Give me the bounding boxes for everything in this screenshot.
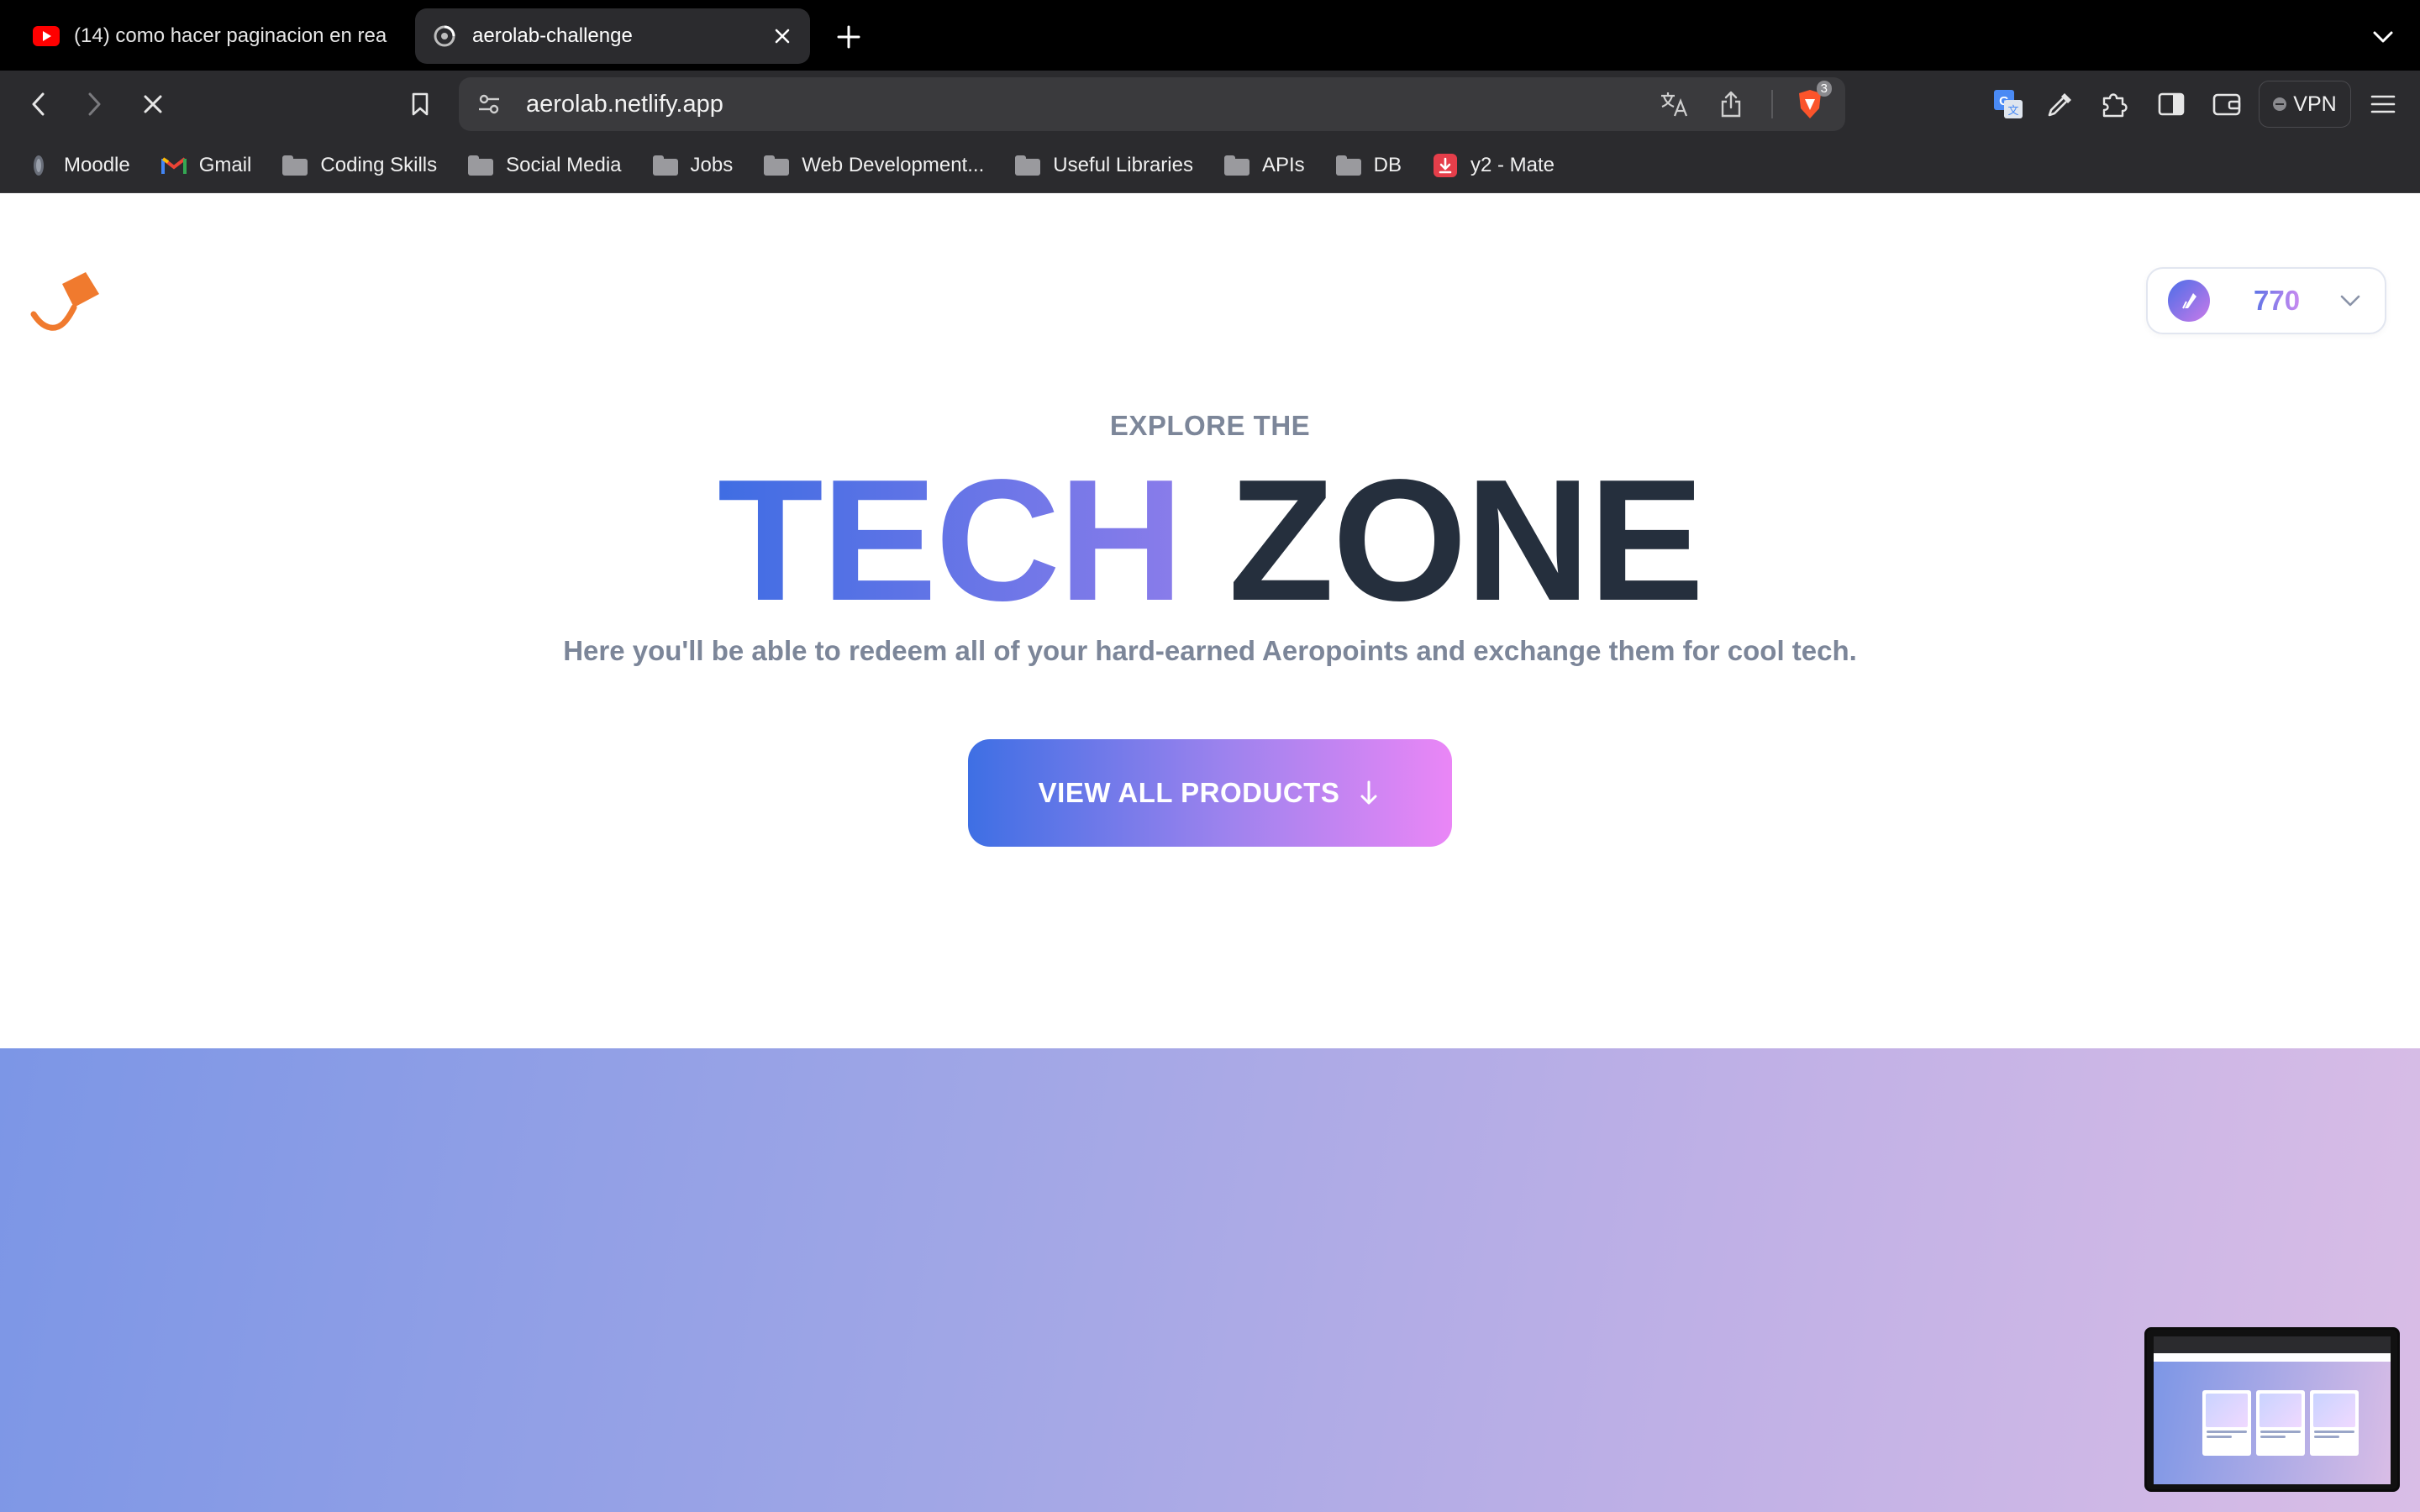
preview-thumbnail xyxy=(2154,1336,2391,1484)
stop-loading-icon[interactable] xyxy=(136,87,170,121)
shields-count-badge: 3 xyxy=(1816,81,1832,97)
bookmark-label: Useful Libraries xyxy=(1053,153,1193,176)
bookmark-label: Social Media xyxy=(506,153,622,176)
new-tab-icon[interactable] xyxy=(832,20,865,54)
bookmark-label: Web Development... xyxy=(802,153,985,176)
sidebar-icon[interactable] xyxy=(2154,87,2188,121)
folder-icon xyxy=(1014,154,1041,177)
browser-toolbar: aerolab.netlify.app 3 G文 VPN xyxy=(0,71,2420,138)
folder-icon xyxy=(652,154,679,177)
back-icon[interactable] xyxy=(22,87,55,121)
download-icon xyxy=(1432,153,1459,177)
bookmark-folder-web-development[interactable]: Web Development... xyxy=(763,154,984,177)
share-icon[interactable] xyxy=(1714,87,1748,121)
url-text[interactable]: aerolab.netlify.app xyxy=(526,91,1657,118)
bookmark-label: Coding Skills xyxy=(320,153,438,176)
eyedropper-icon[interactable] xyxy=(2044,87,2077,121)
divider xyxy=(1771,90,1773,118)
cta-label: VIEW ALL PRODUCTS xyxy=(1038,777,1340,808)
hero-title-dark: ZONE xyxy=(1228,444,1704,637)
bookmark-moodle[interactable]: Moodle xyxy=(25,154,130,177)
preview-card xyxy=(2202,1390,2251,1456)
hero-title: TECH ZONE xyxy=(0,435,2420,645)
tab-title: aerolab-challenge xyxy=(472,24,633,47)
chevron-down-icon[interactable] xyxy=(2368,22,2398,52)
folder-icon xyxy=(763,154,790,177)
folder-icon xyxy=(1335,154,1362,177)
browser-tab-bar: (14) como hacer paginacion en rea aerola… xyxy=(0,0,2420,71)
points-balance: 770 xyxy=(2254,285,2301,316)
vpn-button[interactable]: VPN xyxy=(2259,81,2351,128)
bookmark-folder-coding-skills[interactable]: Coding Skills xyxy=(281,154,437,177)
wallet-icon[interactable] xyxy=(2210,87,2244,121)
brave-shields-icon[interactable]: 3 xyxy=(1791,81,1832,123)
gmail-icon xyxy=(160,154,187,177)
arrow-down-icon xyxy=(1356,779,1381,807)
youtube-icon xyxy=(32,22,60,50)
folder-icon xyxy=(281,154,308,177)
moodle-icon xyxy=(25,154,52,177)
bookmark-label: Gmail xyxy=(198,153,252,176)
google-translate-icon[interactable]: G文 xyxy=(1991,87,2025,121)
hero-gradient-section xyxy=(0,1048,2420,1512)
aerolab-logo[interactable] xyxy=(30,267,103,339)
bookmark-label: y2 - Mate xyxy=(1470,153,1555,176)
page-content: 770 EXPLORE THE TECH ZONE Here you'll be… xyxy=(0,193,2420,1512)
preview-card xyxy=(2256,1390,2305,1456)
menu-icon[interactable] xyxy=(2366,87,2400,121)
bookmark-label: APIs xyxy=(1261,153,1305,176)
bookmark-gmail[interactable]: Gmail xyxy=(160,153,252,177)
svg-text:文: 文 xyxy=(2007,104,2018,117)
tab-aerolab[interactable]: aerolab-challenge xyxy=(415,8,810,64)
bookmark-icon[interactable] xyxy=(403,87,437,121)
chevron-down-icon xyxy=(2338,288,2363,313)
forward-icon[interactable] xyxy=(77,87,111,121)
folder-icon xyxy=(1223,154,1250,177)
user-points-button[interactable]: 770 xyxy=(2146,267,2386,334)
bookmark-folder-jobs[interactable]: Jobs xyxy=(652,153,734,177)
picture-in-picture-preview[interactable] xyxy=(2144,1327,2400,1492)
bookmark-y2-mate[interactable]: y2 - Mate xyxy=(1432,153,1555,177)
translate-icon[interactable] xyxy=(1657,87,1691,121)
bookmark-folder-useful-libraries[interactable]: Useful Libraries xyxy=(1014,154,1193,177)
tab-youtube[interactable]: (14) como hacer paginacion en rea xyxy=(17,8,412,64)
hero-subtitle: Here you'll be able to redeem all of you… xyxy=(563,635,1857,666)
close-tab-icon[interactable] xyxy=(770,24,795,49)
bookmark-label: Moodle xyxy=(64,153,130,176)
view-all-products-button[interactable]: VIEW ALL PRODUCTS xyxy=(968,739,1452,847)
vpn-status-icon xyxy=(2273,97,2287,111)
address-bar[interactable]: aerolab.netlify.app 3 xyxy=(459,77,1845,131)
loading-spinner-icon xyxy=(430,22,459,50)
bookmark-label: DB xyxy=(1373,153,1402,176)
bookmark-folder-social-media[interactable]: Social Media xyxy=(467,153,622,177)
bookmark-folder-db[interactable]: DB xyxy=(1335,154,1402,177)
bookmark-folder-apis[interactable]: APIs xyxy=(1223,154,1305,177)
extensions-icon[interactable] xyxy=(2097,87,2131,121)
preview-card xyxy=(2310,1390,2359,1456)
tab-title: (14) como hacer paginacion en rea xyxy=(74,24,387,47)
bookmark-label: Jobs xyxy=(690,153,734,176)
vpn-label: VPN xyxy=(2293,92,2337,116)
folder-icon xyxy=(467,154,494,177)
hero-title-gradient: TECH xyxy=(717,444,1184,637)
site-settings-icon[interactable] xyxy=(472,87,506,121)
aeropoints-coin-icon xyxy=(2168,280,2210,322)
bookmarks-bar: Moodle Gmail Coding Skills Social Media … xyxy=(0,138,2420,193)
